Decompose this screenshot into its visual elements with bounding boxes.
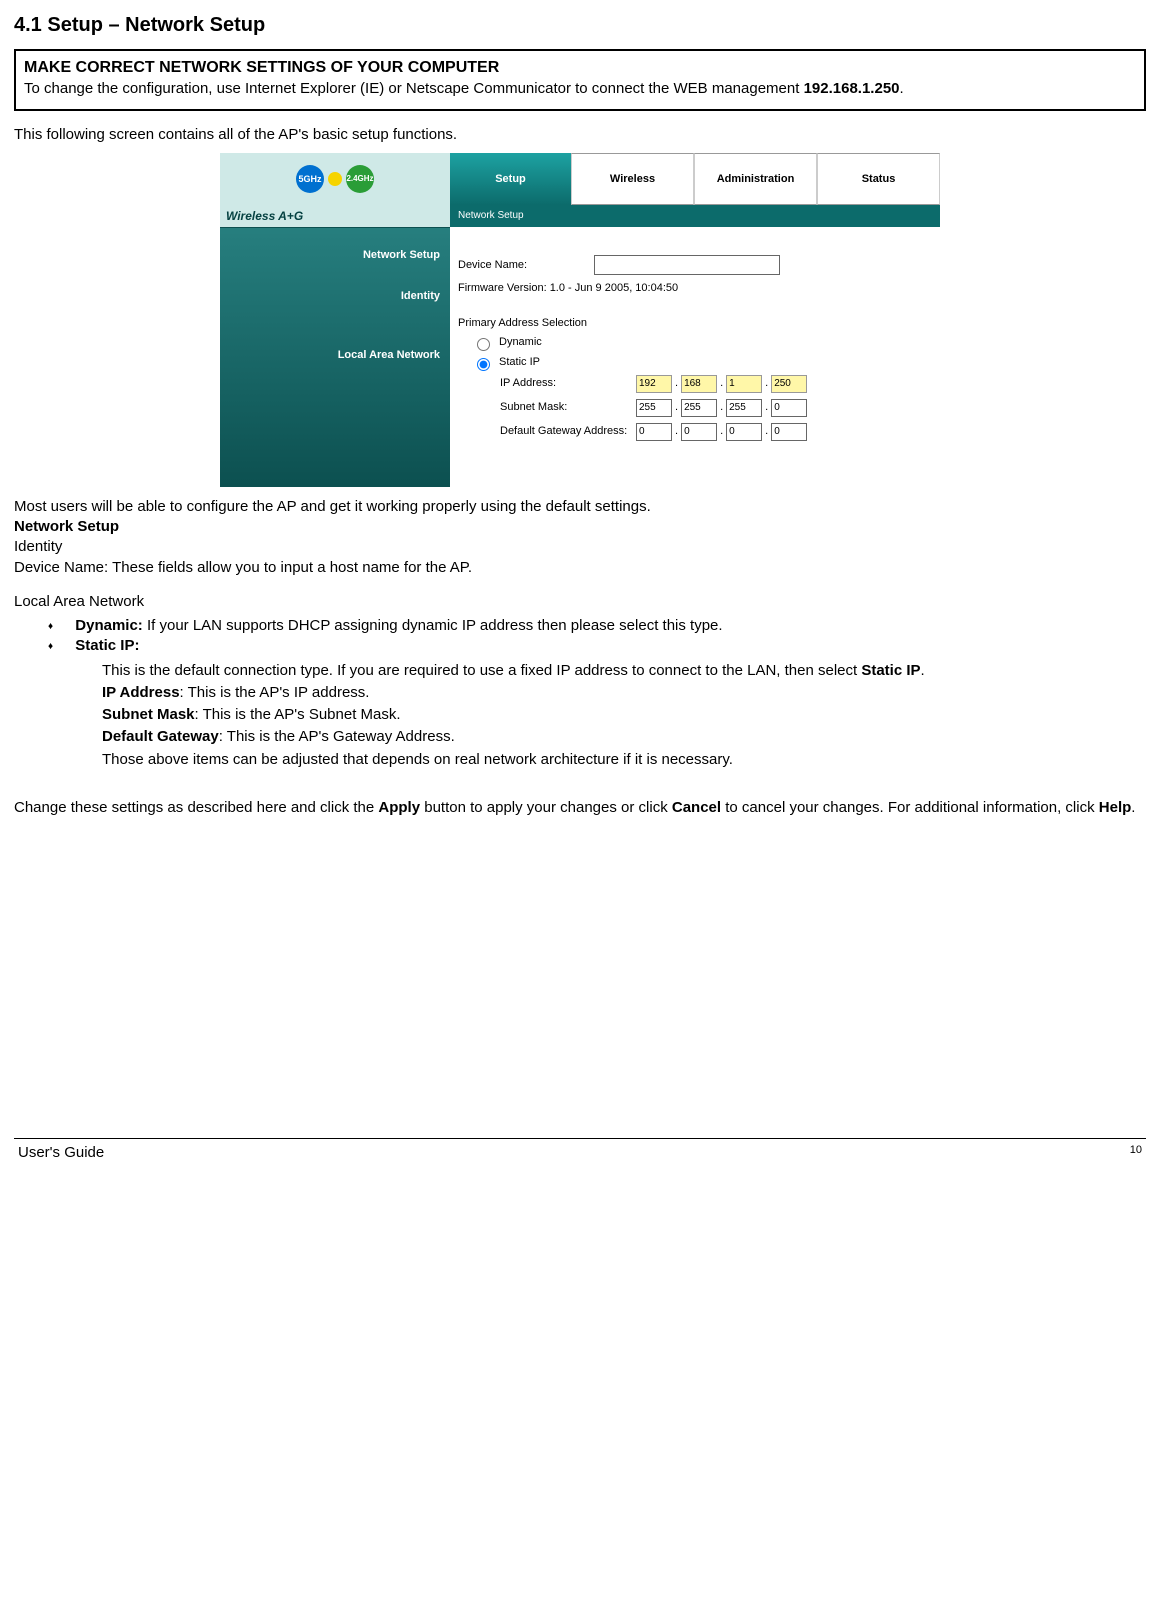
screenshot-network-setup: 5GHz 2.4GHz Wireless A+G Network Setup I… [220, 153, 940, 487]
mask-octet-3[interactable] [726, 399, 762, 417]
default-gateway-desc: Default Gateway: This is the AP's Gatewa… [102, 727, 1146, 747]
left-label-lan: Local Area Network [220, 338, 450, 363]
tab-wireless[interactable]: Wireless [571, 153, 694, 205]
radio-static[interactable] [477, 358, 490, 371]
gw-octet-1[interactable] [636, 423, 672, 441]
footer-rule [14, 1138, 1146, 1139]
device-name-label: Device Name: [458, 258, 588, 273]
gw-octet-4[interactable] [771, 423, 807, 441]
ip-octet-1[interactable] [636, 375, 672, 393]
footer-guide: User's Guide [18, 1143, 104, 1163]
ip-octet-2[interactable] [681, 375, 717, 393]
footer-page-number: 10 [1130, 1143, 1142, 1163]
notice-body: To change the configuration, use Interne… [24, 80, 904, 97]
gw-octet-3[interactable] [726, 423, 762, 441]
tab-status[interactable]: Status [817, 153, 940, 205]
subnet-mask-label: Subnet Mask: [500, 400, 630, 415]
tab-administration[interactable]: Administration [694, 153, 817, 205]
logo-area: 5GHz 2.4GHz [220, 153, 450, 205]
static-desc: This is the default connection type. If … [102, 661, 1146, 681]
network-setup-title: Network Setup [14, 517, 1146, 537]
identity-title: Identity [14, 537, 1146, 557]
left-label-identity: Identity [220, 279, 450, 304]
ip-octet-4[interactable] [771, 375, 807, 393]
notice-title: MAKE CORRECT NETWORK SETTINGS OF YOUR CO… [24, 59, 499, 76]
brand-label: Wireless A+G [220, 205, 450, 228]
gw-octet-2[interactable] [681, 423, 717, 441]
gateway-label: Default Gateway Address: [500, 424, 630, 439]
badge-5ghz: 5GHz [296, 165, 324, 193]
intro-text: This following screen contains all of th… [14, 125, 1146, 145]
tabbar: Setup Wireless Administration Status [450, 153, 940, 205]
ip-address-desc: IP Address: This is the AP's IP address. [102, 683, 1146, 703]
logo-center-icon [328, 172, 342, 186]
firmware-version: Firmware Version: 1.0 - Jun 9 2005, 10:0… [458, 281, 932, 296]
radio-dynamic[interactable] [477, 338, 490, 351]
closing-paragraph: Change these settings as described here … [14, 798, 1146, 818]
lan-title: Local Area Network [14, 592, 1146, 612]
mask-octet-2[interactable] [681, 399, 717, 417]
subnet-mask-desc: Subnet Mask: This is the AP's Subnet Mas… [102, 705, 1146, 725]
section-heading: 4.1 Setup – Network Setup [14, 12, 1146, 39]
radio-static-label: Static IP [499, 355, 540, 370]
ip-octet-3[interactable] [726, 375, 762, 393]
radio-dynamic-label: Dynamic [499, 335, 542, 350]
left-label-network-setup: Network Setup [220, 238, 450, 263]
ip-address-label: IP Address: [500, 376, 630, 391]
lan-bullet-list: Dynamic: If your LAN supports DHCP assig… [48, 616, 1146, 657]
tab-setup[interactable]: Setup [450, 153, 571, 205]
subnav-network-setup[interactable]: Network Setup [450, 205, 940, 227]
primary-address-selection-label: Primary Address Selection [458, 316, 932, 331]
badge-24ghz: 2.4GHz [346, 165, 374, 193]
notice-box: MAKE CORRECT NETWORK SETTINGS OF YOUR CO… [14, 49, 1146, 111]
para-most-users: Most users will be able to configure the… [14, 497, 1146, 517]
mask-octet-1[interactable] [636, 399, 672, 417]
bullet-dynamic: Dynamic: If your LAN supports DHCP assig… [48, 616, 1146, 636]
adjust-note: Those above items can be adjusted that d… [102, 750, 1146, 770]
mask-octet-4[interactable] [771, 399, 807, 417]
device-name-desc: Device Name: These fields allow you to i… [14, 558, 1146, 578]
bullet-static: Static IP: [48, 636, 1146, 656]
device-name-input[interactable] [594, 255, 780, 275]
page-footer: User's Guide 10 [14, 1143, 1146, 1163]
